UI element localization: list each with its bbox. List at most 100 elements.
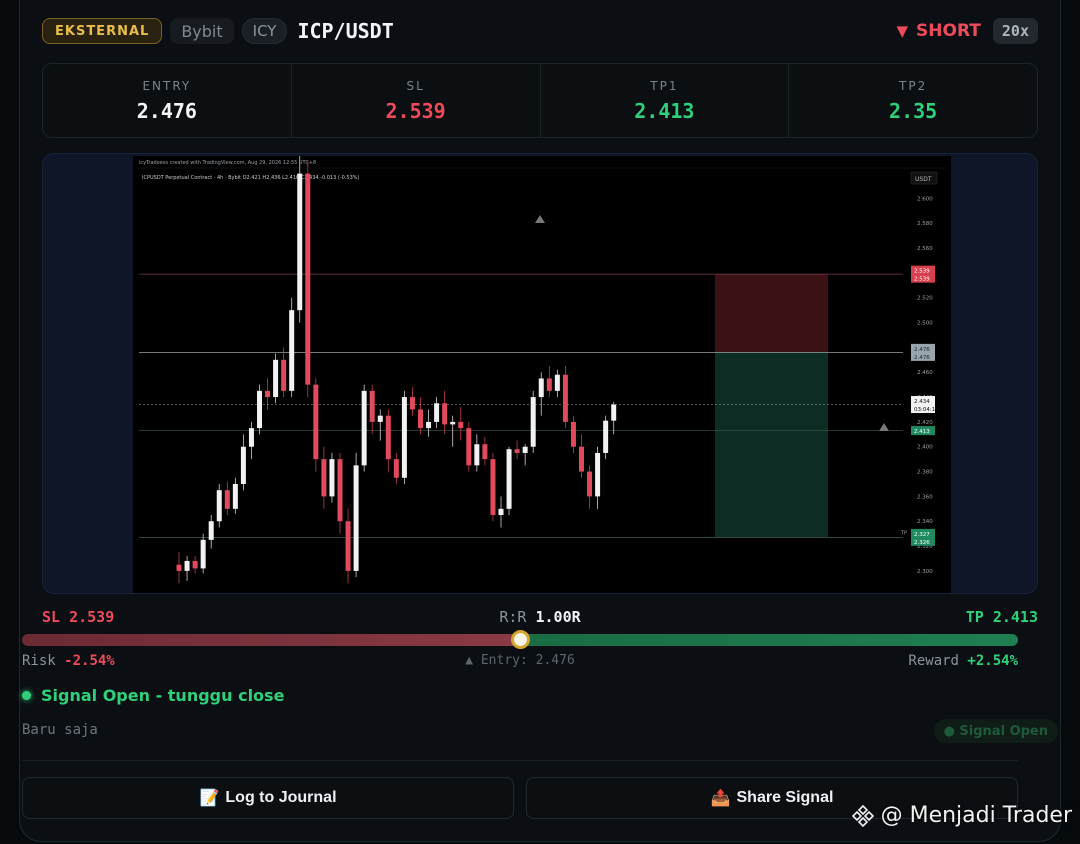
candle-body <box>546 378 552 391</box>
chart-title-line: icyTradeess created with TradingView.com… <box>139 160 316 166</box>
external-badge: EKSTERNAL <box>42 18 163 44</box>
level-label: TP1 <box>650 78 679 93</box>
entry-knob <box>510 630 530 649</box>
candle-body <box>538 378 544 398</box>
candle-body <box>329 459 335 497</box>
rr-value: 1.00R <box>535 608 581 626</box>
candle-body <box>361 390 367 466</box>
price-levels: ENTRY 2.476 SL 2.539 TP1 2.413 TP2 2.35 <box>42 63 1038 138</box>
target-zone <box>715 352 828 538</box>
candle-body <box>385 415 391 460</box>
candle-body <box>224 490 230 509</box>
candle-body <box>176 564 182 571</box>
reward-value: +2.54% <box>967 653 1018 669</box>
candle-body <box>587 471 593 497</box>
share-signal-label: Share Signal <box>736 789 834 806</box>
leverage-badge: 20x <box>992 18 1038 44</box>
level-entry: ENTRY 2.476 <box>43 64 292 137</box>
log-journal-label: Log to Journal <box>225 789 337 806</box>
candle-body <box>554 374 560 391</box>
candle-body <box>248 428 254 447</box>
level-label: SL <box>406 78 425 93</box>
candle-body <box>514 449 520 453</box>
candle-body <box>240 446 246 484</box>
candle-body <box>289 310 295 391</box>
header-right: ▼ SHORT 20x <box>897 18 1038 44</box>
candle-body <box>458 421 464 429</box>
candle-body <box>257 390 262 429</box>
status-text: Signal Open - tunggu close <box>41 686 285 705</box>
candle-body <box>450 421 456 425</box>
candle-body <box>208 521 214 540</box>
candle-body <box>337 459 343 522</box>
tradingview-chart: icyTradeess created with TradingView.com… <box>133 156 951 593</box>
pair-title: ICP/USDT <box>297 19 394 43</box>
candle-body <box>321 459 327 497</box>
entry-price-tag-text: 2.476 <box>914 347 930 353</box>
candle-body <box>273 359 279 398</box>
price-tick-label: 2.340 <box>917 519 933 525</box>
sl-price-tag-text: 2.539 <box>914 277 930 283</box>
status-badge: ● Signal Open <box>933 719 1058 743</box>
outbox-icon: 📤 <box>710 790 731 807</box>
rr-label: R:R <box>499 608 527 626</box>
candle-body <box>595 452 601 497</box>
risk-reward-row: SL 2.539 R:R 1.00R TP 2.413 <box>42 608 1038 628</box>
price-tick-label: 2.520 <box>917 296 933 302</box>
candle-body <box>345 521 351 571</box>
watermark: @ Menjadi Trader <box>851 803 1072 828</box>
sl-price-tag-text: 2.539 <box>914 269 930 275</box>
last-price-tag-text: 03:04:11 <box>914 407 939 413</box>
level-value: 2.413 <box>634 98 695 123</box>
price-tick-label: 2.600 <box>917 196 933 202</box>
candle-body <box>442 403 448 425</box>
level-value: 2.539 <box>385 98 446 123</box>
candle-body <box>232 483 238 509</box>
candle-body <box>603 420 609 453</box>
risk-segment <box>22 634 520 646</box>
price-tick-label: 2.380 <box>917 470 933 476</box>
level-label: TP2 <box>899 78 928 93</box>
candle-body <box>611 404 617 421</box>
price-tick-label: 2.580 <box>917 221 933 227</box>
status-dot-icon <box>22 691 31 700</box>
candle-body <box>305 173 311 385</box>
candle-body <box>353 465 359 571</box>
risk-percent-row: Risk -2.54% ▲ Entry: 2.476 Reward +2.54% <box>22 653 1018 673</box>
tp2-price-tag-text: 2.326 <box>914 540 930 546</box>
chart-symbol-line: ICPUSDT Perpetual Contract · 4h · Bybit … <box>142 175 360 181</box>
candle-body <box>184 560 190 571</box>
rr-ratio: R:R 1.00R <box>42 608 1038 626</box>
chart-screenshot[interactable]: icyTradeess created with TradingView.com… <box>42 153 1038 594</box>
price-tick-label: 2.420 <box>917 420 933 426</box>
candle-body <box>200 539 206 569</box>
candle-body <box>498 508 504 516</box>
candle-body <box>434 403 440 422</box>
triangle-down-icon: ▼ <box>896 22 909 40</box>
level-value: 2.476 <box>136 98 197 123</box>
direction-badge: ▼ SHORT <box>897 21 981 41</box>
price-tick-label: 2.460 <box>917 370 933 376</box>
price-tick-label: 2.500 <box>917 321 933 327</box>
reward-stat: Reward +2.54% <box>908 653 1018 669</box>
candle-body <box>530 397 536 447</box>
reward-segment <box>520 634 1018 646</box>
entry-price-tag-text: 2.476 <box>914 355 930 361</box>
candle-body <box>369 390 375 422</box>
price-tick-label: 2.360 <box>917 494 933 500</box>
tp-text: TP 2.413 <box>965 608 1038 626</box>
candlestick-chart: icyTradeess created with TradingView.com… <box>133 156 951 593</box>
price-tick-label: 2.300 <box>917 569 933 575</box>
candle-body <box>418 409 423 429</box>
signal-header: EKSTERNAL Bybit ICY ICP/USDT ▼ SHORT 20x <box>42 17 1038 45</box>
log-journal-button[interactable]: 📝 Log to Journal <box>22 777 514 819</box>
candle-body <box>522 446 528 453</box>
candle-body <box>490 459 496 516</box>
candle-body <box>562 374 568 422</box>
candle-body <box>393 459 399 478</box>
reward-label: Reward <box>908 653 959 669</box>
price-tick-label: 2.400 <box>917 445 933 451</box>
candle-body <box>426 421 432 429</box>
candle-body <box>216 490 222 522</box>
candle-body <box>570 421 576 447</box>
